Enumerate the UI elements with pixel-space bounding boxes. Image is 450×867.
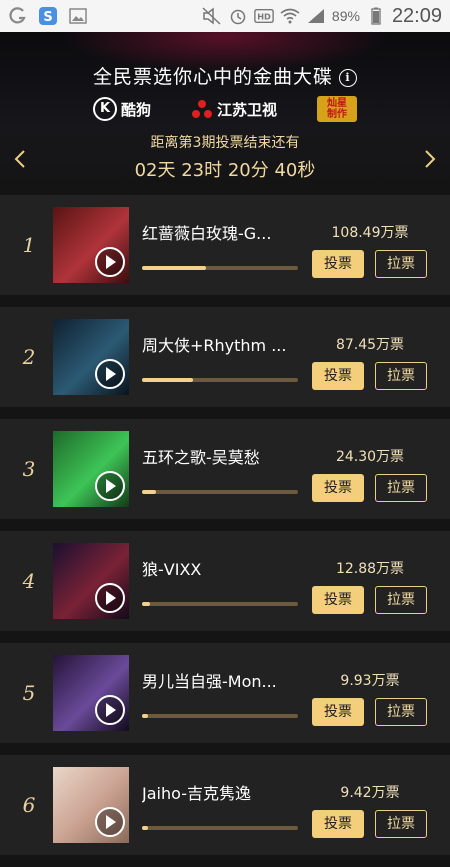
hd-icon: HD bbox=[254, 6, 274, 26]
song-thumbnail[interactable] bbox=[53, 543, 129, 619]
rank-number: 6 bbox=[22, 793, 36, 817]
countdown-label: 距离第3期投票结束还有 bbox=[150, 135, 300, 151]
song-title[interactable]: 五环之歌-吴莫愁 bbox=[142, 444, 302, 468]
app-notification-icon bbox=[8, 6, 28, 26]
song-row: 3 五环之歌-吴莫愁 24.30万票 投票 拉票 bbox=[0, 419, 450, 519]
signal-icon bbox=[306, 6, 326, 26]
song-thumbnail[interactable] bbox=[53, 319, 129, 395]
vote-count: 24.30万票 bbox=[335, 449, 405, 465]
pull-votes-button[interactable]: 拉票 bbox=[375, 474, 427, 502]
rank-number: 2 bbox=[22, 345, 36, 369]
vote-progress-bar bbox=[142, 378, 298, 382]
gallery-icon bbox=[68, 6, 88, 26]
countdown-value: 02天 23时 20分 40秒 bbox=[134, 160, 316, 181]
clock: 22:09 bbox=[391, 4, 442, 27]
song-row: 5 男儿当自强-Mon... 9.93万票 投票 拉票 bbox=[0, 643, 450, 743]
song-row: 1 红蔷薇白玫瑰-G... 108.49万票 投票 拉票 bbox=[0, 195, 450, 295]
battery-icon bbox=[366, 6, 386, 26]
vote-button[interactable]: 投票 bbox=[312, 586, 364, 614]
s-app-icon: S bbox=[38, 6, 58, 26]
song-row: 2 周大侠+Rhythm ... 87.45万票 投票 拉票 bbox=[0, 307, 450, 407]
vote-button[interactable]: 投票 bbox=[312, 810, 364, 838]
pull-votes-button[interactable]: 拉票 bbox=[375, 810, 427, 838]
vote-progress-fill bbox=[142, 826, 149, 830]
song-thumbnail[interactable] bbox=[53, 207, 129, 283]
svg-text:S: S bbox=[43, 10, 52, 25]
song-title[interactable]: 男儿当自强-Mon... bbox=[142, 668, 302, 692]
vote-header: 全民票选你心中的金曲大碟 i K 酷狗 江苏卫视 灿星制作 距离第3期投票结束还有… bbox=[0, 32, 450, 192]
vote-progress-bar bbox=[142, 266, 298, 270]
brand-jiangsu-label: 江苏卫视 bbox=[217, 100, 278, 119]
song-thumbnail[interactable] bbox=[53, 767, 129, 843]
play-icon[interactable] bbox=[95, 247, 125, 277]
play-icon[interactable] bbox=[95, 807, 125, 837]
rank-number: 3 bbox=[22, 457, 36, 481]
slogan-text: 全民票选你心中的金曲大碟 bbox=[92, 66, 333, 88]
vote-progress-fill bbox=[142, 266, 206, 270]
song-ranking-list: 1 红蔷薇白玫瑰-G... 108.49万票 投票 拉票 2 周大侠+Rhyth… bbox=[0, 195, 450, 867]
pull-votes-button[interactable]: 拉票 bbox=[375, 586, 427, 614]
vote-progress-fill bbox=[142, 602, 150, 606]
vote-button[interactable]: 投票 bbox=[312, 362, 364, 390]
vote-count: 9.42万票 bbox=[340, 785, 400, 801]
vote-progress-fill bbox=[142, 714, 149, 718]
kugou-logo-icon: K bbox=[92, 97, 117, 121]
vote-progress-bar bbox=[142, 714, 298, 718]
pull-votes-button[interactable]: 拉票 bbox=[375, 698, 427, 726]
info-icon[interactable]: i bbox=[339, 69, 357, 87]
rank-number: 4 bbox=[22, 569, 36, 593]
song-row: 4 狼-VIXX 12.88万票 投票 拉票 bbox=[0, 531, 450, 631]
status-bar: S HD 89% 22:09 bbox=[0, 0, 450, 32]
play-icon[interactable] bbox=[95, 583, 125, 613]
song-title[interactable]: 红蔷薇白玫瑰-G... bbox=[142, 220, 302, 244]
song-title[interactable]: 周大侠+Rhythm ... bbox=[142, 332, 302, 356]
svg-text:HD: HD bbox=[257, 12, 271, 22]
rank-number: 1 bbox=[22, 233, 36, 257]
battery-percent: 89% bbox=[331, 8, 360, 24]
brand-cansing: 灿星制作 bbox=[317, 96, 358, 122]
pull-votes-button[interactable]: 拉票 bbox=[375, 362, 427, 390]
slogan: 全民票选你心中的金曲大碟 i bbox=[0, 62, 450, 89]
rank-number: 5 bbox=[22, 681, 36, 705]
vote-count: 9.93万票 bbox=[340, 673, 400, 689]
song-row: 6 Jaiho-吉克隽逸 9.42万票 投票 拉票 bbox=[0, 755, 450, 855]
vote-progress-fill bbox=[142, 490, 157, 494]
vote-progress-bar bbox=[142, 826, 298, 830]
vote-count: 108.49万票 bbox=[331, 225, 409, 241]
mute-icon bbox=[202, 6, 222, 26]
wifi-icon bbox=[280, 6, 300, 26]
play-icon[interactable] bbox=[95, 359, 125, 389]
vote-progress-bar bbox=[142, 490, 298, 494]
play-icon[interactable] bbox=[95, 471, 125, 501]
song-thumbnail[interactable] bbox=[53, 655, 129, 731]
countdown: 距离第3期投票结束还有 02天 23时 20分 40秒 bbox=[0, 132, 450, 182]
cansing-logo: 灿星制作 bbox=[317, 96, 358, 122]
brand-kugou-label: 酷狗 bbox=[120, 100, 151, 119]
pull-votes-button[interactable]: 拉票 bbox=[375, 250, 427, 278]
song-title[interactable]: Jaiho-吉克隽逸 bbox=[142, 780, 302, 804]
next-arrow-icon[interactable] bbox=[420, 144, 440, 174]
song-title[interactable]: 狼-VIXX bbox=[142, 556, 302, 580]
brand-kugou: K 酷狗 bbox=[92, 97, 151, 121]
vote-progress-fill bbox=[142, 378, 194, 382]
jiangsu-logo-icon bbox=[192, 100, 212, 118]
vote-button[interactable]: 投票 bbox=[312, 698, 364, 726]
vote-count: 12.88万票 bbox=[335, 561, 405, 577]
song-thumbnail[interactable] bbox=[53, 431, 129, 507]
vote-count: 87.45万票 bbox=[335, 337, 405, 353]
brand-row: K 酷狗 江苏卫视 灿星制作 bbox=[0, 96, 450, 122]
alarm-icon bbox=[228, 6, 248, 26]
brand-jiangsu: 江苏卫视 bbox=[191, 98, 277, 120]
play-icon[interactable] bbox=[95, 695, 125, 725]
vote-progress-bar bbox=[142, 602, 298, 606]
vote-button[interactable]: 投票 bbox=[312, 250, 364, 278]
vote-button[interactable]: 投票 bbox=[312, 474, 364, 502]
